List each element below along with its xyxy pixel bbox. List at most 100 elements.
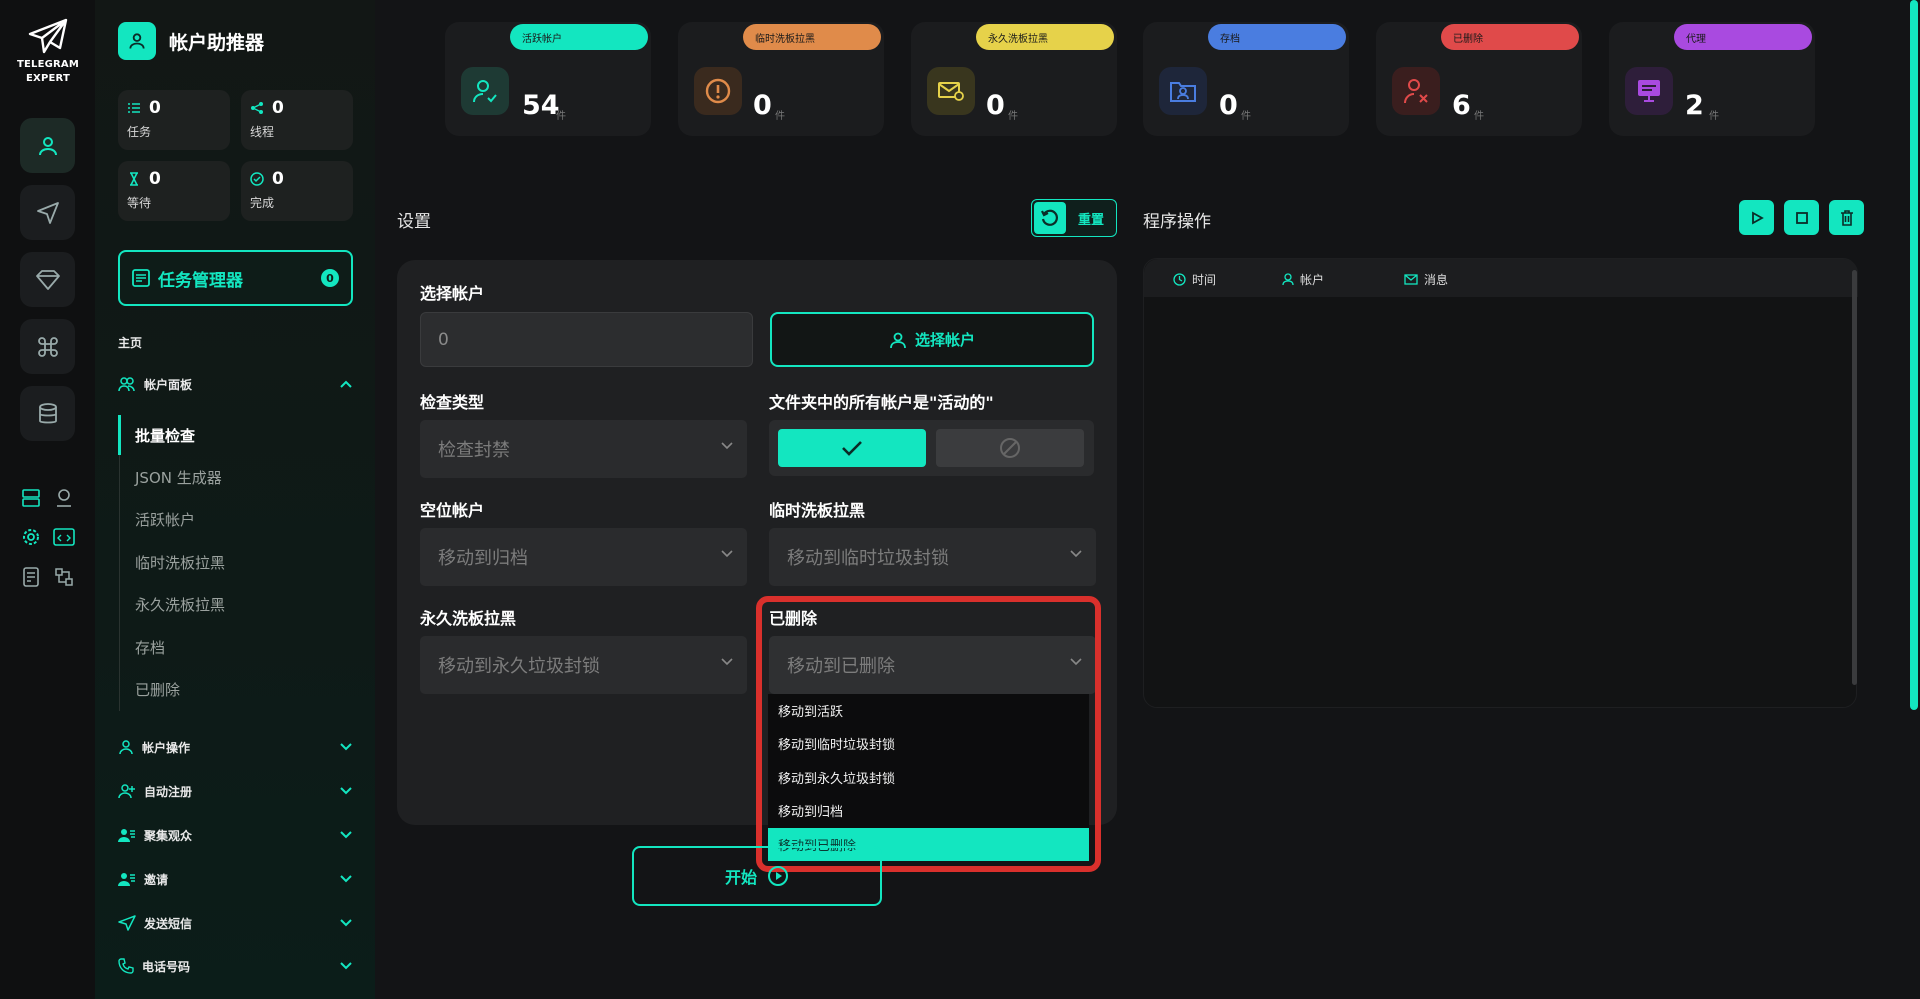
stat-done: 0 完成 — [241, 161, 353, 221]
log-col-account[interactable]: 帐户 — [1282, 271, 1324, 288]
stop-button[interactable] — [1784, 200, 1819, 235]
account-count-input[interactable]: 0 — [420, 312, 753, 367]
submenu-rail — [119, 415, 120, 711]
all-active-toggle — [769, 420, 1094, 476]
select-account-label: 选择帐户 — [420, 284, 485, 303]
settings-gear-icon[interactable] — [19, 525, 43, 549]
alert-circle-icon — [694, 67, 742, 115]
nav-invite[interactable]: 邀请 — [118, 865, 353, 893]
chevron-down-icon — [340, 875, 352, 883]
submenu-item-json-generator[interactable]: JSON 生成器 — [135, 467, 222, 488]
stat-label: 任务 — [127, 125, 152, 139]
check-circle-icon — [250, 172, 264, 186]
ban-icon — [1000, 438, 1020, 458]
idle-accounts-select[interactable]: 移动到归档 — [420, 528, 747, 586]
reset-button[interactable]: 重置 — [1031, 199, 1117, 237]
task-manager-label: 任务管理器 — [158, 270, 243, 291]
card-value: 0 — [1219, 90, 1238, 121]
check-icon — [842, 441, 862, 456]
sidebar: 帐户助推器 0 任务 0 线程 0 等待 0 完成 任务管理器 0 主页 帐户面… — [95, 0, 375, 999]
rail-database-button[interactable] — [20, 386, 75, 441]
toggle-yes-button[interactable] — [778, 429, 926, 467]
temp-spamblock-value: 移动到临时垃圾封锁 — [787, 548, 949, 569]
select-account-button-label: 选择帐户 — [914, 331, 975, 349]
log-col-label: 帐户 — [1300, 273, 1325, 287]
submenu-item-temp-spamblock[interactable]: 临时洗板拉黑 — [135, 552, 225, 573]
card-value: 0 — [753, 90, 772, 121]
nav-gather-audience[interactable]: 聚集观众 — [118, 821, 353, 849]
perm-spamblock-select[interactable]: 移动到永久垃圾封锁 — [420, 636, 747, 694]
stat-value: 0 — [272, 98, 284, 118]
phone-icon — [118, 958, 134, 974]
stat-waiting: 0 等待 — [118, 161, 230, 221]
highlight-box — [756, 596, 1101, 872]
paper-plane-logo-icon — [28, 18, 68, 54]
submenu-item-perm-spamblock[interactable]: 永久洗板拉黑 — [135, 594, 225, 615]
card-pill-active: 活跃帐户 — [510, 24, 648, 50]
log-col-message[interactable]: 消息 — [1404, 271, 1448, 288]
app-root: TELEGRAM EXPERT 帐户助推器 0 任务 0 线程 0 等待 0 完… — [0, 0, 1920, 999]
card-unit: 件 — [1008, 111, 1018, 122]
card-unit: 件 — [1709, 111, 1719, 122]
proxy-icon — [1625, 67, 1673, 115]
submenu-item-active-accounts[interactable]: 活跃帐户 — [135, 509, 195, 530]
code-window-icon[interactable] — [52, 525, 76, 549]
brand: 帐户助推器 — [118, 22, 264, 60]
all-active-label: 文件夹中的所有帐户是"活动的" — [769, 393, 994, 412]
stat-label: 等待 — [127, 196, 152, 210]
temp-spamblock-select[interactable]: 移动到临时垃圾封锁 — [769, 528, 1096, 586]
play-button[interactable] — [1739, 200, 1774, 235]
send-icon — [36, 201, 59, 224]
rail-send-button[interactable] — [20, 185, 75, 240]
idle-accounts-label: 空位帐户 — [420, 501, 485, 520]
chevron-down-icon — [340, 919, 352, 927]
log-scrollbar[interactable] — [1852, 270, 1857, 685]
rail-user-button[interactable] — [20, 118, 75, 173]
nav-phone-numbers[interactable]: 电话号码 — [118, 952, 353, 980]
task-manager-button[interactable]: 任务管理器 0 — [118, 250, 353, 306]
list-icon — [128, 103, 140, 113]
rail-diamond-button[interactable] — [20, 252, 75, 307]
stop-icon — [1795, 211, 1808, 224]
chevron-down-icon — [340, 787, 352, 795]
check-type-value: 检查封禁 — [438, 440, 510, 461]
stat-value: 0 — [149, 169, 161, 189]
task-list-icon — [132, 269, 150, 287]
card-value: 0 — [986, 90, 1005, 121]
location-icon[interactable] — [52, 486, 76, 510]
nav-account-operations[interactable]: 帐户操作 — [118, 733, 353, 761]
user-icon — [1282, 273, 1294, 286]
stat-threads: 0 线程 — [241, 90, 353, 150]
play-circle-icon — [768, 866, 788, 886]
check-type-select[interactable]: 检查封禁 — [420, 420, 747, 478]
submenu-item-deleted[interactable]: 已删除 — [135, 679, 180, 700]
rail-command-button[interactable] — [20, 319, 75, 374]
log-title: 程序操作 — [1143, 212, 1211, 232]
nav-account-panel[interactable]: 帐户面板 — [118, 370, 353, 398]
idle-accounts-value: 移动到归档 — [438, 548, 528, 569]
section-home-title: 主页 — [118, 336, 143, 350]
document-icon[interactable] — [19, 565, 43, 589]
select-account-button[interactable]: 选择帐户 — [770, 312, 1094, 367]
toggle-no-button[interactable] — [936, 429, 1084, 467]
nav-send-sms[interactable]: 发送短信 — [118, 909, 353, 937]
user-x-icon — [1392, 67, 1440, 115]
page-scrollbar[interactable] — [1910, 0, 1918, 710]
server-list-icon[interactable] — [19, 486, 43, 510]
card-pill-archive: 存档 — [1208, 24, 1346, 50]
logo-line-2: EXPERT — [26, 73, 70, 84]
start-button[interactable]: 开始 — [632, 846, 882, 906]
start-label: 开始 — [724, 868, 757, 887]
task-manager-count: 0 — [321, 269, 339, 287]
stat-value: 0 — [272, 169, 284, 189]
stat-tasks: 0 任务 — [118, 90, 230, 150]
submenu-item-batch-check[interactable]: 批量检查 — [135, 425, 195, 446]
network-icon[interactable] — [52, 565, 76, 589]
chevron-down-icon — [340, 831, 352, 839]
clear-log-button[interactable] — [1829, 200, 1864, 235]
chevron-up-icon — [340, 380, 352, 388]
share-icon — [251, 102, 263, 114]
nav-auto-register[interactable]: 自动注册 — [118, 777, 353, 805]
log-col-time[interactable]: 时间 — [1173, 271, 1216, 288]
submenu-item-archive[interactable]: 存档 — [135, 637, 165, 658]
